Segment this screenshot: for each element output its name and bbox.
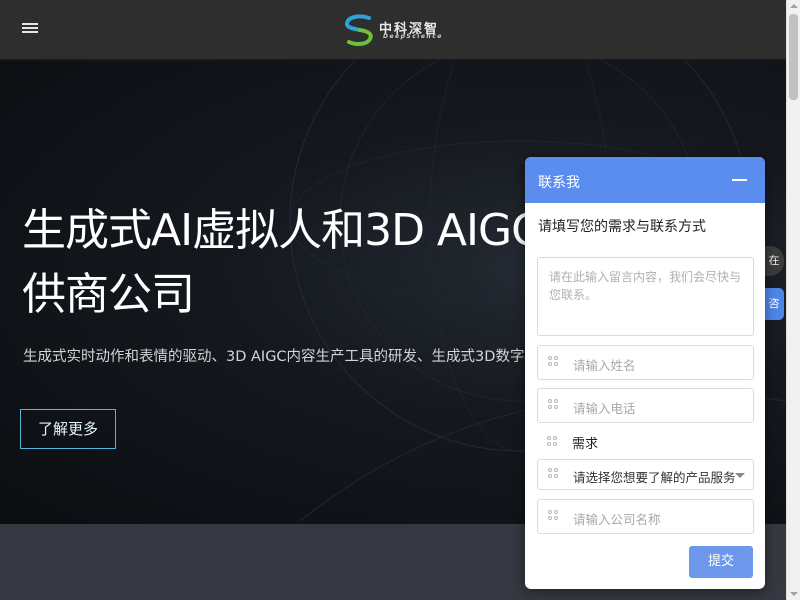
page-scrollbar[interactable] [786, 0, 800, 600]
demand-label: 需求 [572, 437, 599, 452]
submit-button[interactable]: 提交 [689, 546, 753, 578]
minimize-icon[interactable] [732, 179, 747, 181]
phone-placeholder: 请输入电话 [573, 401, 636, 416]
side-consult-tab[interactable]: 咨询 [764, 288, 784, 320]
phone-field[interactable]: 请输入电话 [537, 388, 754, 423]
caret-down-icon[interactable] [735, 473, 745, 478]
panel-prompt: 请填写您的需求与联系方式 [538, 219, 706, 235]
scroll-up-arrow-icon[interactable] [790, 4, 798, 8]
message-placeholder: 请在此输入留言内容，我们会尽快与您联系。 [549, 270, 742, 302]
top-navigation-bar: 中科深智 DeepScience [0, 0, 786, 60]
company-field[interactable]: 请输入公司名称 [537, 499, 754, 534]
logo-subtext: DeepScience [383, 33, 443, 40]
product-select[interactable]: 请选择您想要了解的产品服务 [537, 459, 754, 490]
consult-panel: 联系我 请填写您的需求与联系方式 请在此输入留言内容，我们会尽快与您联系。 请输… [525, 157, 765, 589]
name-placeholder: 请输入姓名 [573, 358, 636, 373]
scroll-down-arrow-icon[interactable] [790, 592, 798, 596]
select-value: 请选择您想要了解的产品服务 [573, 470, 736, 485]
name-field[interactable]: 请输入姓名 [537, 345, 754, 380]
scroll-thumb[interactable] [789, 14, 798, 100]
field-icon [548, 399, 560, 411]
panel-header: 联系我 [525, 157, 765, 203]
logo[interactable]: 中科深智 DeepScience [343, 14, 443, 46]
field-icon [548, 468, 560, 480]
field-icon [548, 510, 560, 522]
menu-icon[interactable] [22, 23, 38, 36]
learn-more-button[interactable]: 了解更多 [20, 409, 116, 449]
field-icon [547, 436, 559, 448]
logo-mark-icon [344, 14, 373, 46]
hero-subtitle: 生成式实时动作和表情的驱动、3D AIGC内容生产工具的研发、生成式3D数字人 [23, 349, 539, 365]
demand-row[interactable]: 需求 [537, 432, 754, 452]
field-icon [548, 356, 560, 368]
company-placeholder: 请输入公司名称 [573, 512, 661, 527]
message-textarea[interactable]: 请在此输入留言内容，我们会尽快与您联系。 [537, 257, 754, 336]
panel-title: 联系我 [538, 175, 580, 191]
